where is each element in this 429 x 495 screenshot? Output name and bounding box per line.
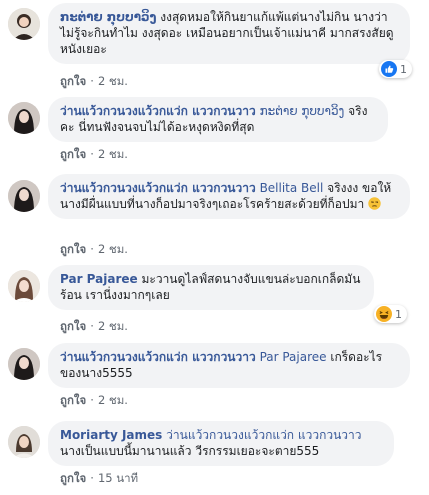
- mention-tag[interactable]: Par Pajaree: [260, 350, 327, 364]
- comment-bubble: ກະຕ່າຍ ກຸບບາວິງ งงสุดหมอให้กินยาแก้แพ้แต…: [48, 3, 410, 64]
- comment-bubble: Moriarty James ว่านแว้วกวนวงแว้วกแว่ก แว…: [48, 421, 394, 466]
- comment-actions: ถูกใจ · 15 นาที: [60, 470, 138, 488]
- timestamp[interactable]: 2 ชม.: [98, 393, 128, 407]
- separator-dot: ·: [90, 319, 94, 333]
- avatar[interactable]: [8, 180, 40, 212]
- avatar[interactable]: [8, 102, 40, 134]
- avatar[interactable]: [8, 270, 40, 302]
- mention-tag[interactable]: ว่านแว้วกวนวงแว้วกแว่ก แววกวนวาว: [166, 428, 361, 442]
- like-button[interactable]: ถูกใจ: [60, 393, 86, 407]
- reaction-badge[interactable]: 1: [374, 305, 407, 323]
- laughing-face-icon: [376, 306, 392, 322]
- comment-bubble: ว่านแว้วกวนวงแว้วกแว่ก แววกวนวาว ກະຕ່າຍ …: [48, 97, 388, 142]
- comment-bubble: ว่านแว้วกวนวงแว้วกแว่ก แววกวนวาว Par Paj…: [48, 343, 410, 388]
- avatar[interactable]: [8, 348, 40, 380]
- reaction-badge[interactable]: 1: [379, 60, 412, 78]
- timestamp[interactable]: 2 ชม.: [98, 242, 128, 256]
- comment-actions: ถูกใจ · 2 ชม.: [60, 318, 128, 336]
- comment-actions: ถูกใจ · 2 ชม.: [60, 73, 128, 91]
- comment-author[interactable]: ว่านแว้วกวนวงแว้วกแว่ก แววกวนวาว: [60, 181, 256, 195]
- comment-author[interactable]: ว่านแว้วกวนวงแว้วกแว่ก แววกวนวาว: [60, 350, 256, 364]
- like-button[interactable]: ถูกใจ: [60, 74, 86, 88]
- separator-dot: ·: [90, 242, 94, 256]
- thumbs-up-icon: [381, 61, 397, 77]
- comment-actions: ถูกใจ · 2 ชม.: [60, 241, 128, 259]
- avatar[interactable]: [8, 426, 40, 458]
- comment-bubble: ว่านแว้วกวนวงแว้วกแว่ก แววกวนวาว Bellita…: [48, 174, 410, 219]
- mention-tag[interactable]: Bellita Bell: [260, 181, 324, 195]
- timestamp[interactable]: 15 นาที: [98, 471, 138, 485]
- like-button[interactable]: ถูกใจ: [60, 319, 86, 333]
- avatar[interactable]: [8, 8, 40, 40]
- comment-bubble: Par Pajaree มะวานดูไลฟ์สดนางจับแขนล่ะบอก…: [48, 265, 374, 310]
- unamused-face-icon: [368, 197, 381, 210]
- comment-author[interactable]: Par Pajaree: [60, 272, 138, 286]
- separator-dot: ·: [90, 471, 94, 485]
- reaction-count: 1: [395, 307, 402, 321]
- timestamp[interactable]: 2 ชม.: [98, 74, 128, 88]
- comment-author[interactable]: Moriarty James: [60, 428, 162, 442]
- mention-tag[interactable]: ກະຕ່າຍ ກຸບບາວິງ: [260, 104, 345, 118]
- separator-dot: ·: [90, 147, 94, 161]
- comment-actions: ถูกใจ · 2 ชม.: [60, 146, 128, 164]
- separator-dot: ·: [90, 393, 94, 407]
- comment-author[interactable]: ว่านแว้วกวนวงแว้วกแว่ก แววกวนวาว: [60, 104, 256, 118]
- like-button[interactable]: ถูกใจ: [60, 471, 86, 485]
- comment-author[interactable]: ກະຕ່າຍ ກຸບບາວິງ: [60, 10, 156, 24]
- reaction-count: 1: [400, 62, 407, 76]
- comment-actions: ถูกใจ · 2 ชม.: [60, 392, 128, 410]
- like-button[interactable]: ถูกใจ: [60, 242, 86, 256]
- comment-text: นางเป็นแบบนี้มานานแล้ว วีรกรรมเยอะจะตาย5…: [60, 444, 320, 458]
- separator-dot: ·: [90, 74, 94, 88]
- timestamp[interactable]: 2 ชม.: [98, 319, 128, 333]
- like-button[interactable]: ถูกใจ: [60, 147, 86, 161]
- timestamp[interactable]: 2 ชม.: [98, 147, 128, 161]
